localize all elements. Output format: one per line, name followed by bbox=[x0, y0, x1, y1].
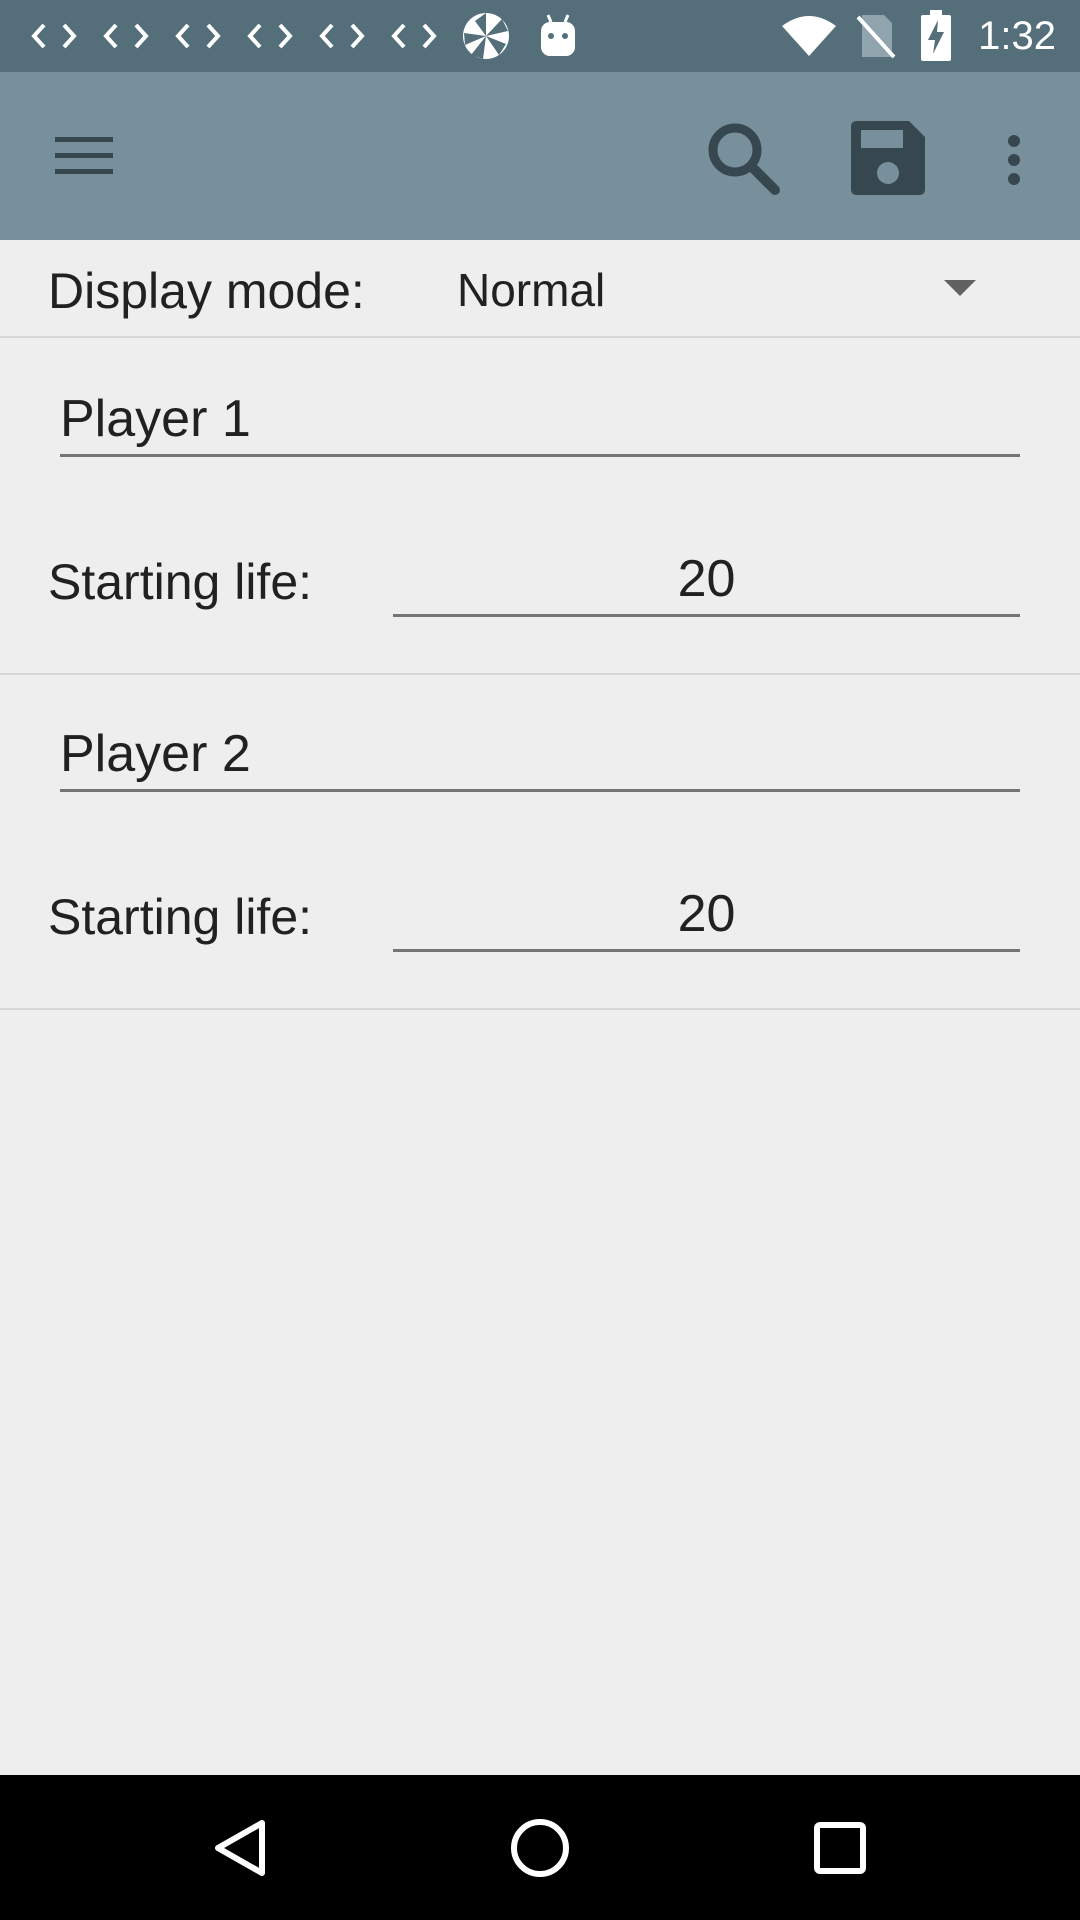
code-icon bbox=[96, 0, 156, 72]
status-bar: 1:32 bbox=[0, 0, 1080, 72]
player-name-field[interactable] bbox=[60, 720, 1020, 792]
no-sim-icon bbox=[856, 0, 896, 72]
code-icon bbox=[168, 0, 228, 72]
starting-life-input[interactable] bbox=[393, 880, 1020, 948]
display-mode-label: Display mode: bbox=[48, 263, 365, 319]
more-vert-icon[interactable] bbox=[990, 124, 1038, 196]
code-icon bbox=[384, 0, 444, 72]
battery-charging-icon bbox=[920, 0, 952, 72]
code-icon bbox=[240, 0, 300, 72]
android-icon bbox=[528, 0, 588, 72]
status-time: 1:32 bbox=[978, 13, 1056, 58]
starting-life-label: Starting life: bbox=[48, 554, 313, 610]
menu-icon[interactable] bbox=[44, 120, 124, 192]
save-icon[interactable] bbox=[846, 116, 930, 200]
player-2-section: Starting life: bbox=[0, 675, 1080, 1010]
starting-life-input[interactable] bbox=[393, 545, 1020, 613]
display-mode-row: Display mode: Normal bbox=[0, 240, 1080, 338]
app-toolbar bbox=[0, 72, 1080, 240]
back-icon[interactable] bbox=[160, 1775, 320, 1920]
code-icon bbox=[24, 0, 84, 72]
starting-life-field[interactable] bbox=[393, 545, 1020, 617]
player-1-section: Starting life: bbox=[0, 340, 1080, 675]
recents-icon[interactable] bbox=[760, 1775, 920, 1920]
player-name-input[interactable] bbox=[60, 720, 1020, 788]
player-name-input[interactable] bbox=[60, 385, 1020, 453]
starting-life-field[interactable] bbox=[393, 880, 1020, 952]
display-mode-spinner[interactable]: Normal bbox=[457, 263, 605, 317]
starting-life-label: Starting life: bbox=[48, 889, 313, 945]
wifi-icon bbox=[780, 0, 838, 72]
search-icon[interactable] bbox=[700, 116, 786, 200]
pinwheel-icon bbox=[456, 0, 516, 72]
navigation-bar bbox=[0, 1775, 1080, 1920]
code-icon bbox=[312, 0, 372, 72]
player-name-field[interactable] bbox=[60, 385, 1020, 457]
chevron-down-icon[interactable] bbox=[944, 280, 976, 301]
home-icon[interactable] bbox=[460, 1775, 620, 1920]
